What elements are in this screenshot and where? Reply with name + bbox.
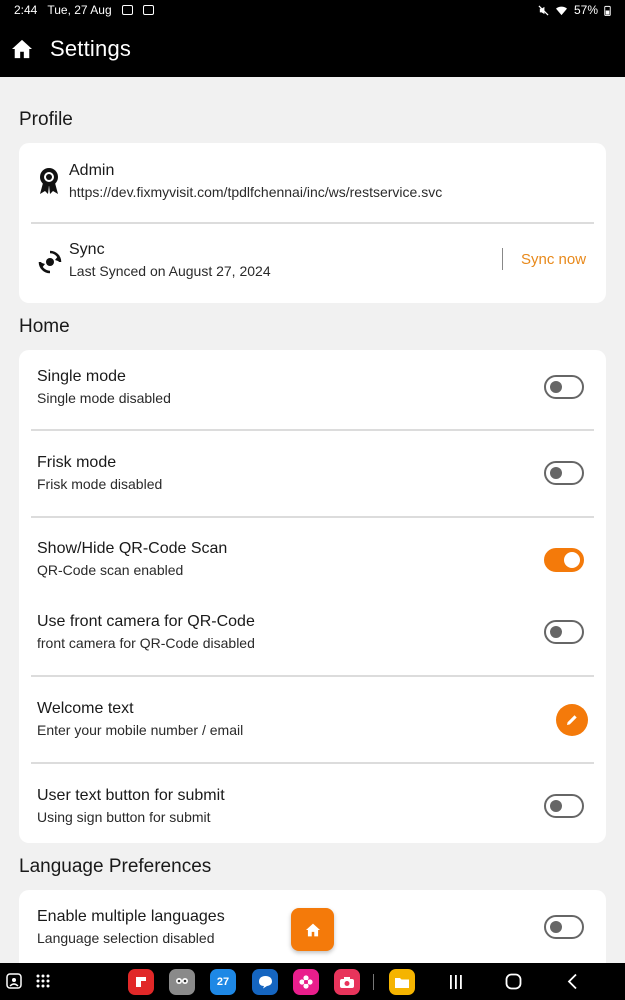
- setting-title: Frisk mode: [37, 454, 117, 471]
- status-bar: 2:44 Tue, 27 Aug 57%: [0, 0, 625, 20]
- setting-subtitle: Language selection disabled: [37, 930, 215, 946]
- home-icon[interactable]: [10, 37, 34, 61]
- frisk-mode-toggle[interactable]: [544, 461, 584, 485]
- setting-title: Welcome text: [37, 700, 134, 717]
- setting-user-text-button: User text button for submit Using sign b…: [19, 764, 606, 843]
- app-drawer-icon[interactable]: [36, 974, 50, 988]
- setting-welcome-text: Welcome text Enter your mobile number / …: [19, 677, 606, 762]
- calendar-icon[interactable]: 27: [210, 969, 236, 995]
- recent-apps-icon[interactable]: [449, 974, 463, 990]
- setting-subtitle: front camera for QR-Code disabled: [37, 635, 255, 651]
- sync-subtitle: Last Synced on August 27, 2024: [69, 263, 271, 279]
- mute-icon: [538, 4, 549, 16]
- setting-subtitle: Frisk mode disabled: [37, 476, 163, 492]
- sync-icon: [38, 250, 62, 274]
- setting-title: Enable multiple languages: [37, 908, 225, 925]
- user-text-button-toggle[interactable]: [544, 794, 584, 818]
- setting-title: Use front camera for QR-Code: [37, 613, 255, 630]
- battery-percent: 57%: [573, 3, 598, 17]
- setting-qr-scan: Show/Hide QR-Code Scan QR-Code scan enab…: [19, 518, 606, 590]
- battery-icon: [604, 5, 611, 16]
- flipboard-icon[interactable]: [128, 969, 154, 995]
- award-badge-icon: [40, 168, 58, 194]
- edit-welcome-text-button[interactable]: [556, 704, 588, 736]
- gallery-notification-icon: [121, 5, 133, 15]
- finder-icon[interactable]: [169, 969, 195, 995]
- screenshot-assist-icon[interactable]: [6, 973, 22, 989]
- dock-separator: [373, 974, 374, 990]
- wifi-icon: [555, 6, 567, 15]
- profile-name: Admin: [69, 162, 115, 179]
- sync-title: Sync: [69, 241, 105, 258]
- single-mode-toggle[interactable]: [544, 375, 584, 399]
- home-card: Single mode Single mode disabled Frisk m…: [19, 350, 606, 843]
- language-section-title: Language Preferences: [19, 856, 212, 877]
- profile-user-row: Admin https://dev.fixmyvisit.com/tpdlfch…: [19, 143, 606, 223]
- pencil-icon: [567, 715, 577, 725]
- status-time: 2:44: [14, 3, 38, 17]
- profile-section-title: Profile: [19, 109, 73, 130]
- page-title: Settings: [50, 35, 132, 61]
- setting-subtitle: Single mode disabled: [37, 390, 171, 406]
- camera-icon[interactable]: [334, 969, 360, 995]
- qr-scan-toggle[interactable]: [544, 548, 584, 572]
- sync-row: Sync Last Synced on August 27, 2024 Sync…: [19, 224, 606, 303]
- setting-title: User text button for submit: [37, 787, 225, 804]
- setting-subtitle: Using sign button for submit: [37, 809, 211, 825]
- files-icon[interactable]: [389, 969, 415, 995]
- setting-frisk-mode: Frisk mode Frisk mode disabled: [19, 431, 606, 516]
- messages-icon[interactable]: [252, 969, 278, 995]
- app-bar: Settings: [0, 20, 625, 77]
- setting-single-mode: Single mode Single mode disabled: [19, 350, 606, 430]
- profile-url: https://dev.fixmyvisit.com/tpdlfchennai/…: [69, 184, 443, 200]
- setting-front-camera: Use front camera for QR-Code front camer…: [19, 590, 606, 675]
- settings-content[interactable]: Profile Admin https://dev.fixmyvisit.com…: [0, 77, 625, 963]
- setting-title: Show/Hide QR-Code Scan: [37, 540, 228, 557]
- front-camera-toggle[interactable]: [544, 620, 584, 644]
- profile-card: Admin https://dev.fixmyvisit.com/tpdlfch…: [19, 143, 606, 303]
- system-nav-bar: 27: [0, 963, 625, 1000]
- home-section-title: Home: [19, 316, 70, 337]
- home-icon: [305, 923, 320, 936]
- back-icon[interactable]: [566, 973, 578, 990]
- home-nav-icon[interactable]: [505, 973, 522, 990]
- sync-separator: [502, 248, 503, 270]
- blossom-icon[interactable]: [293, 969, 319, 995]
- status-date: Tue, 27 Aug: [47, 3, 112, 17]
- sync-now-button[interactable]: Sync now: [521, 251, 586, 268]
- setting-subtitle: QR-Code scan enabled: [37, 562, 184, 578]
- multiple-languages-toggle[interactable]: [544, 915, 584, 939]
- image-notification-icon: [142, 5, 154, 15]
- home-fab-button[interactable]: [291, 908, 334, 951]
- setting-title: Single mode: [37, 368, 126, 385]
- setting-subtitle: Enter your mobile number / email: [37, 722, 244, 738]
